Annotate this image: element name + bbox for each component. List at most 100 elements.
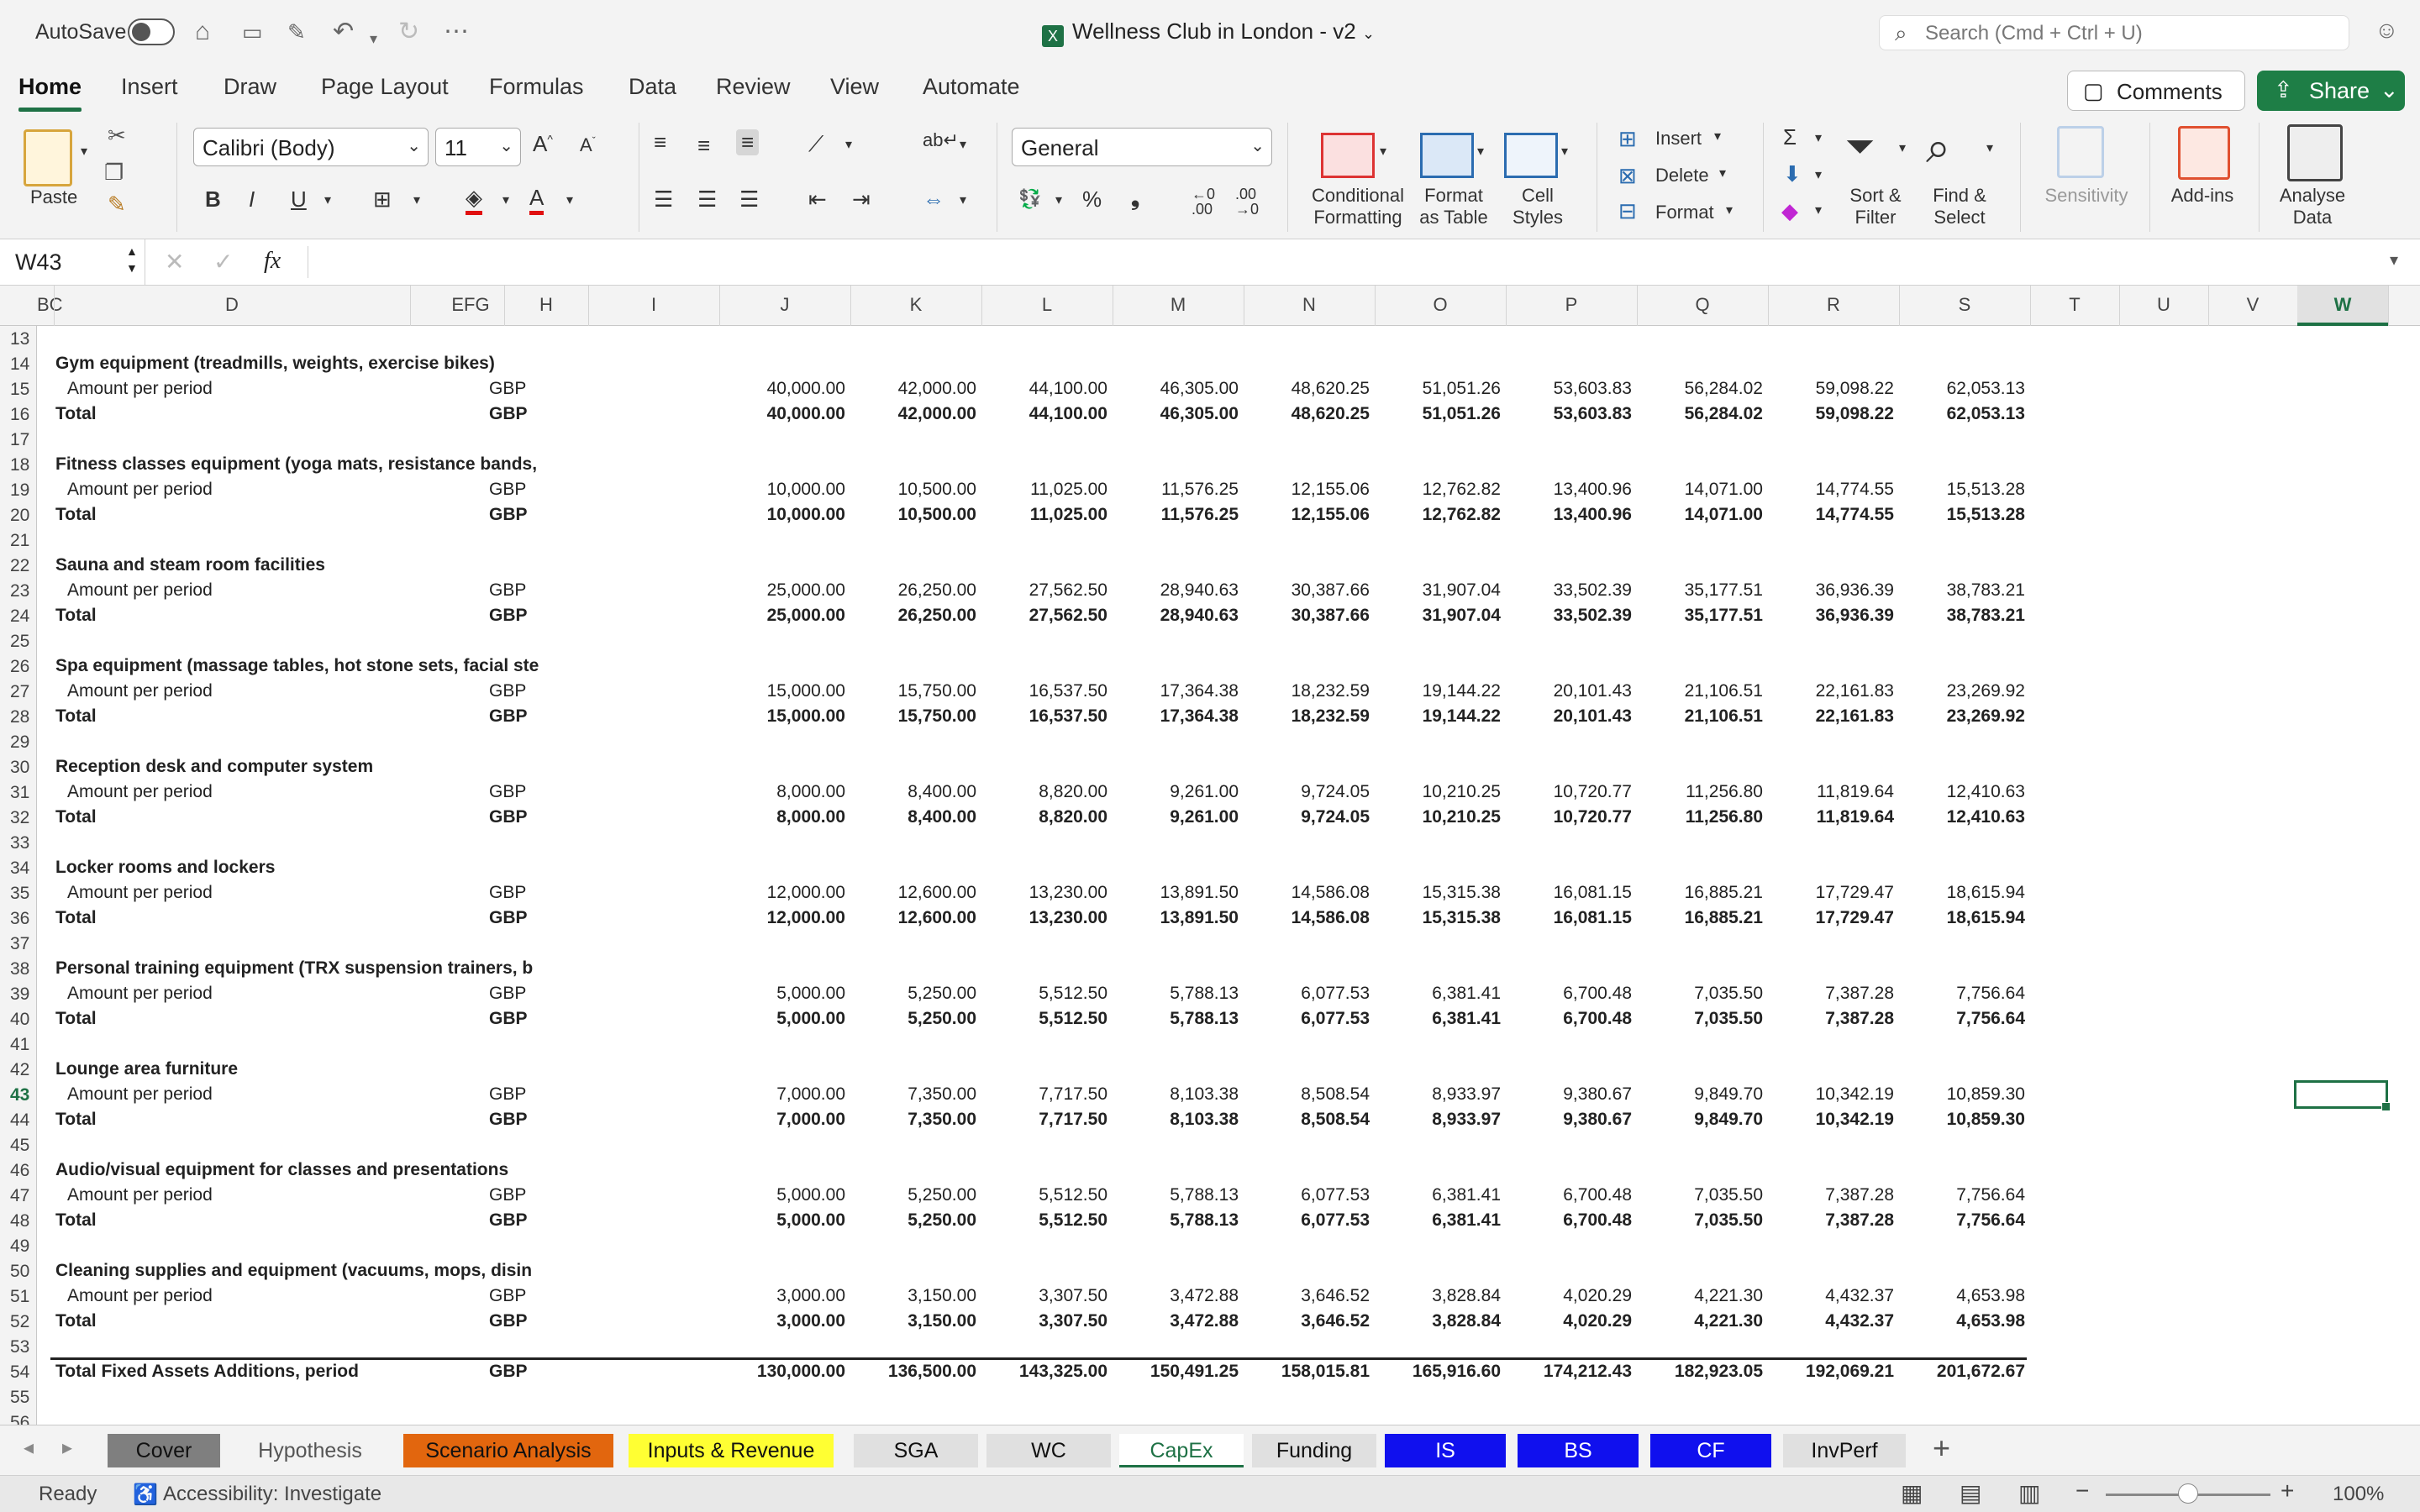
row-label[interactable]: Amount per period <box>67 580 213 601</box>
increase-decimal-icon[interactable]: ←0.00 <box>1192 186 1215 217</box>
value-cell-k[interactable]: 7,350.00 <box>850 1084 976 1105</box>
value-cell-k[interactable]: 3,150.00 <box>850 1286 976 1306</box>
value-cell-k[interactable]: 15,750.00 <box>850 681 976 701</box>
value-cell-s[interactable]: 23,269.92 <box>1899 706 2025 727</box>
value-cell-l[interactable]: 3,307.50 <box>981 1286 1107 1306</box>
column-header-i[interactable]: I <box>588 294 719 316</box>
value-cell-k[interactable]: 7,350.00 <box>850 1110 976 1130</box>
value-cell-q[interactable]: 56,284.02 <box>1637 404 1763 424</box>
total-label[interactable]: Total Fixed Assets Additions, period <box>55 1362 359 1382</box>
value-cell-r[interactable]: 11,819.64 <box>1768 807 1894 827</box>
unit-cell[interactable]: GBP <box>489 379 526 399</box>
italic-icon[interactable]: I <box>249 186 255 213</box>
total-label[interactable]: Total <box>55 404 97 424</box>
value-cell-m[interactable]: 3,472.88 <box>1113 1286 1239 1306</box>
align-middle-icon[interactable]: ≡ <box>697 133 710 159</box>
value-cell-r[interactable]: 59,098.22 <box>1768 379 1894 399</box>
sheet-tab-wc[interactable]: WC <box>986 1434 1111 1467</box>
sheet-tab-inputs-revenue[interactable]: Inputs & Revenue <box>629 1434 834 1467</box>
unit-cell[interactable]: GBP <box>489 505 528 525</box>
value-cell-o[interactable]: 51,051.26 <box>1375 379 1501 399</box>
value-cell-n[interactable]: 12,155.06 <box>1244 505 1370 525</box>
value-cell-q[interactable]: 7,035.50 <box>1637 984 1763 1004</box>
value-cell-o[interactable]: 12,762.82 <box>1375 505 1501 525</box>
cut-icon[interactable]: ✂ <box>108 123 126 149</box>
value-cell-p[interactable]: 33,502.39 <box>1506 580 1632 601</box>
unit-cell[interactable]: GBP <box>489 1009 528 1029</box>
value-cell-m[interactable]: 46,305.00 <box>1113 379 1239 399</box>
value-cell-o[interactable]: 6,381.41 <box>1375 1185 1501 1205</box>
value-cell-q[interactable]: 21,106.51 <box>1637 706 1763 727</box>
percent-icon[interactable]: % <box>1082 186 1102 213</box>
value-cell-p[interactable]: 4,020.29 <box>1506 1286 1632 1306</box>
value-cell-s[interactable]: 12,410.63 <box>1899 782 2025 802</box>
redo-icon[interactable]: ↻ <box>398 17 419 47</box>
unit-cell[interactable]: GBP <box>489 984 526 1004</box>
value-cell-r[interactable]: 22,161.83 <box>1768 706 1894 727</box>
unit-cell[interactable]: GBP <box>489 782 526 802</box>
value-cell-p[interactable]: 6,700.48 <box>1506 1009 1632 1029</box>
value-cell-j[interactable]: 3,000.00 <box>719 1311 845 1331</box>
row-label[interactable]: Amount per period <box>67 1185 213 1205</box>
row-label[interactable]: Amount per period <box>67 379 213 399</box>
value-cell-s[interactable]: 15,513.28 <box>1899 505 2025 525</box>
sensitivity-icon[interactable] <box>2057 126 2104 178</box>
value-cell-o[interactable]: 165,916.60 <box>1375 1362 1501 1382</box>
value-cell-p[interactable]: 20,101.43 <box>1506 706 1632 727</box>
column-header-s[interactable]: S <box>1899 294 2030 316</box>
value-cell-m[interactable]: 8,103.38 <box>1113 1110 1239 1130</box>
conditional-formatting-icon[interactable] <box>1321 133 1375 178</box>
value-cell-o[interactable]: 31,907.04 <box>1375 606 1501 626</box>
value-cell-p[interactable]: 9,380.67 <box>1506 1110 1632 1130</box>
clear-dropdown-icon[interactable]: ▾ <box>1815 202 1822 218</box>
value-cell-n[interactable]: 3,646.52 <box>1244 1286 1370 1306</box>
fill-icon[interactable]: ⬇ <box>1783 161 1802 187</box>
value-cell-k[interactable]: 5,250.00 <box>850 984 976 1004</box>
delete-cells-icon[interactable]: ⊠ <box>1618 163 1637 189</box>
value-cell-n[interactable]: 6,077.53 <box>1244 1185 1370 1205</box>
row-label[interactable]: Amount per period <box>67 681 213 701</box>
wrap-dropdown-icon[interactable]: ▾ <box>960 136 966 153</box>
value-cell-n[interactable]: 48,620.25 <box>1244 404 1370 424</box>
value-cell-k[interactable]: 10,500.00 <box>850 480 976 500</box>
value-cell-o[interactable]: 19,144.22 <box>1375 681 1501 701</box>
value-cell-m[interactable]: 5,788.13 <box>1113 1185 1239 1205</box>
orientation-icon[interactable]: ⟋ <box>808 131 823 158</box>
value-cell-n[interactable]: 30,387.66 <box>1244 606 1370 626</box>
search-box[interactable]: ⌕ Search (Cmd + Ctrl + U) <box>1879 15 2349 50</box>
scroll-left-icon[interactable]: ◂ <box>24 1436 34 1460</box>
sheet-tab-bs[interactable]: BS <box>1518 1434 1639 1467</box>
value-cell-l[interactable]: 5,512.50 <box>981 1185 1107 1205</box>
document-title[interactable]: X Wellness Club in London - v2 ⌄ <box>1042 18 1375 47</box>
value-cell-p[interactable]: 53,603.83 <box>1506 404 1632 424</box>
value-cell-o[interactable]: 6,381.41 <box>1375 1210 1501 1231</box>
value-cell-m[interactable]: 5,788.13 <box>1113 1210 1239 1231</box>
align-left-icon[interactable]: ☰ <box>654 186 673 213</box>
value-cell-k[interactable]: 12,600.00 <box>850 908 976 928</box>
value-cell-p[interactable]: 16,081.15 <box>1506 908 1632 928</box>
format-dropdown-icon[interactable]: ▾ <box>1726 202 1733 218</box>
format-as-table-dropdown-icon[interactable]: ▾ <box>1477 143 1484 160</box>
column-header-t[interactable]: T <box>2030 294 2119 316</box>
underline-dropdown-icon[interactable]: ▾ <box>324 192 331 208</box>
sheet-tab-capex[interactable]: CapEx <box>1119 1434 1244 1467</box>
cell-styles-icon[interactable] <box>1504 133 1558 178</box>
total-label[interactable]: Total <box>55 807 97 827</box>
value-cell-l[interactable]: 7,717.50 <box>981 1084 1107 1105</box>
value-cell-k[interactable]: 15,750.00 <box>850 706 976 727</box>
unit-cell[interactable]: GBP <box>489 480 526 500</box>
total-label[interactable]: Total <box>55 1009 97 1029</box>
borders-icon[interactable]: ⊞ <box>373 186 392 213</box>
unit-cell[interactable]: GBP <box>489 908 528 928</box>
value-cell-o[interactable]: 3,828.84 <box>1375 1286 1501 1306</box>
column-header-k[interactable]: K <box>850 294 981 316</box>
value-cell-p[interactable]: 9,380.67 <box>1506 1084 1632 1105</box>
value-cell-o[interactable]: 51,051.26 <box>1375 404 1501 424</box>
value-cell-q[interactable]: 11,256.80 <box>1637 807 1763 827</box>
value-cell-s[interactable]: 7,756.64 <box>1899 984 2025 1004</box>
value-cell-r[interactable]: 17,729.47 <box>1768 883 1894 903</box>
value-cell-s[interactable]: 12,410.63 <box>1899 807 2025 827</box>
unit-cell[interactable]: GBP <box>489 1311 528 1331</box>
value-cell-l[interactable]: 13,230.00 <box>981 883 1107 903</box>
value-cell-j[interactable]: 12,000.00 <box>719 908 845 928</box>
